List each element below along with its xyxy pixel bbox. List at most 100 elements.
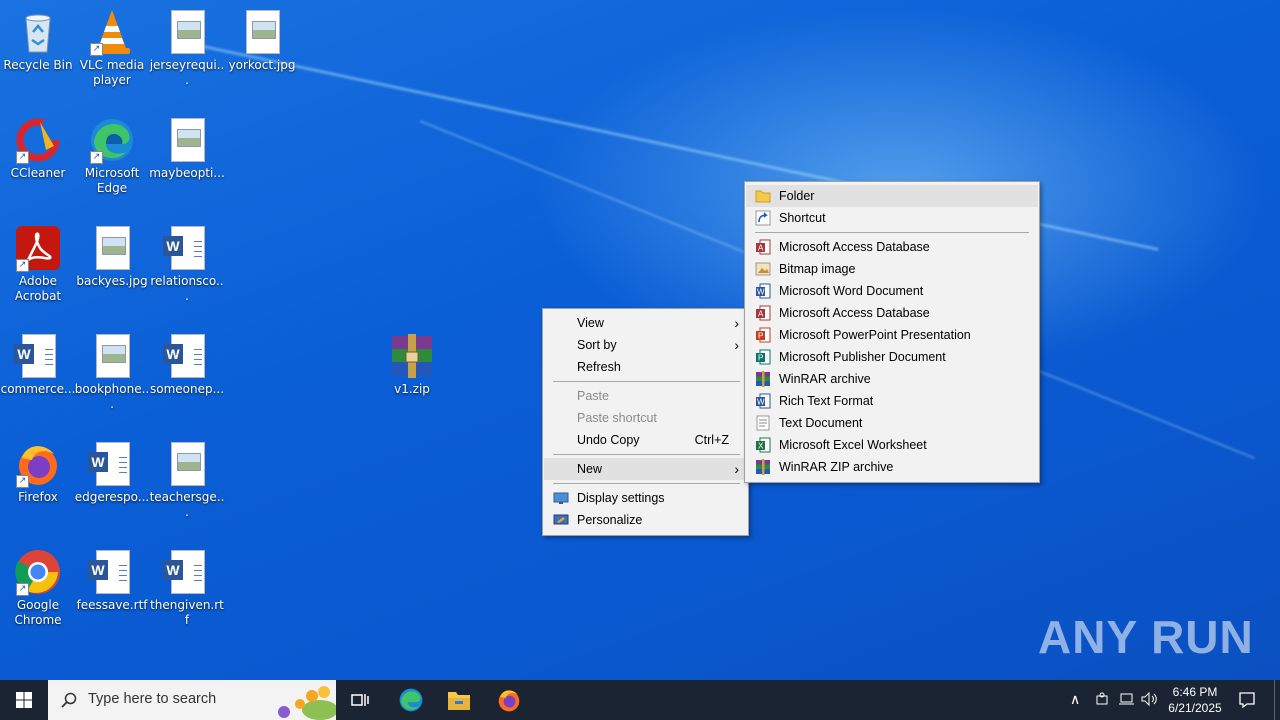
desktop-icon-label: VLC media player: [79, 58, 145, 87]
new-item-access-database-2[interactable]: A Microsoft Access Database: [746, 302, 1038, 324]
menu-item-label: Display settings: [577, 491, 665, 505]
taskbar-file-explorer-button[interactable]: [438, 680, 480, 720]
desktop-icon-label: Microsoft Edge: [84, 166, 140, 195]
menu-item-label: Microsoft Publisher Document: [779, 350, 946, 364]
desktop-icon-firefox[interactable]: ↗ Firefox: [0, 440, 76, 505]
desktop-icon-google-chrome[interactable]: ↗ Google Chrome: [0, 548, 76, 628]
start-button[interactable]: [0, 680, 48, 720]
powerpoint-icon: P: [755, 327, 771, 343]
taskbar-search-box[interactable]: Type here to search: [48, 680, 336, 720]
desktop-icon-label: bookphone...: [74, 382, 150, 411]
desktop-icon-label: yorkoct.jpg: [228, 58, 296, 72]
new-item-powerpoint[interactable]: P Microsoft PowerPoint Presentation: [746, 324, 1038, 346]
new-item-winrar-zip[interactable]: WinRAR ZIP archive: [746, 456, 1038, 478]
menu-item-shortcut: Ctrl+Z: [694, 433, 729, 447]
image-file-icon: [163, 440, 211, 488]
desktop-icon-label: Recycle Bin: [3, 58, 73, 72]
menu-item-view[interactable]: View ›: [544, 312, 747, 334]
new-item-access-database[interactable]: A Microsoft Access Database: [746, 236, 1038, 258]
desktop-icon-feessave-rtf[interactable]: W feessave.rtf: [74, 548, 150, 613]
word-document-icon: W: [88, 440, 136, 488]
new-item-publisher[interactable]: P Microsoft Publisher Document: [746, 346, 1038, 368]
menu-item-undo-copy[interactable]: Undo Copy Ctrl+Z: [544, 429, 747, 451]
desktop-icon-commerce-rtf[interactable]: W commerce...: [0, 332, 76, 397]
menu-item-label: Folder: [779, 189, 815, 203]
clock-time: 6:46 PM: [1172, 685, 1218, 699]
new-item-shortcut[interactable]: Shortcut: [746, 207, 1038, 229]
desktop-context-menu: View › Sort by › Refresh Paste Paste short…: [542, 308, 749, 536]
google-chrome-icon: ↗: [14, 548, 62, 596]
word-document-icon: W: [163, 224, 211, 272]
clock-date: 6/21/2025: [1168, 701, 1222, 715]
svg-text:W: W: [757, 398, 765, 407]
shortcut-icon: [755, 210, 771, 226]
desktop-icon-label: maybeopti...: [149, 166, 225, 180]
desktop-icon-label: feessave.rtf: [76, 598, 148, 612]
microsoft-edge-icon: ↗: [88, 116, 136, 164]
desktop-icon-recycle-bin[interactable]: Recycle Bin: [0, 8, 76, 73]
desktop-icon-maybeopti[interactable]: maybeopti...: [149, 116, 225, 181]
new-item-rich-text[interactable]: W Rich Text Format: [746, 390, 1038, 412]
show-desktop-button[interactable]: [1274, 680, 1275, 720]
word-document-icon: W: [88, 548, 136, 596]
desktop-icon-microsoft-edge[interactable]: ↗ Microsoft Edge: [74, 116, 150, 196]
taskbar-clock[interactable]: 6:46 PM 6/21/2025: [1166, 684, 1224, 716]
desktop-icon-someonep[interactable]: W someonep...: [149, 332, 225, 397]
notification-center-icon[interactable]: [1238, 691, 1256, 712]
new-item-winrar-archive[interactable]: WinRAR archive: [746, 368, 1038, 390]
ccleaner-icon: ↗: [14, 116, 62, 164]
image-file-icon: [88, 332, 136, 380]
new-item-word-document[interactable]: W Microsoft Word Document: [746, 280, 1038, 302]
desktop-icon-label: Adobe Acrobat: [14, 274, 62, 303]
desktop-icon-yorkoct-jpg[interactable]: yorkoct.jpg: [224, 8, 300, 73]
new-item-folder[interactable]: Folder: [746, 185, 1038, 207]
new-item-bitmap-image[interactable]: Bitmap image: [746, 258, 1038, 280]
taskbar-firefox-button[interactable]: [486, 680, 530, 720]
menu-item-new[interactable]: New ›: [544, 458, 747, 480]
task-view-button[interactable]: [340, 680, 380, 720]
desktop-icon-thengiven-rtf[interactable]: W thengiven.rtf: [149, 548, 225, 628]
desktop-icon-edgerespo[interactable]: W edgerespo...: [74, 440, 150, 505]
menu-item-label: View: [577, 316, 604, 330]
menu-item-paste-shortcut[interactable]: Paste shortcut: [544, 407, 747, 429]
windows-logo-icon: [16, 692, 32, 708]
desktop-icon-adobe-acrobat[interactable]: ↗ Adobe Acrobat: [0, 224, 76, 304]
desktop-icon-ccleaner[interactable]: ↗ CCleaner: [0, 116, 76, 181]
network-icon[interactable]: [1118, 691, 1134, 710]
menu-item-label: Rich Text Format: [779, 394, 874, 408]
new-item-text-document[interactable]: Text Document: [746, 412, 1038, 434]
desktop-icon-label: edgerespo...: [74, 490, 150, 504]
desktop-icon-backyes-jpg[interactable]: backyes.jpg: [74, 224, 150, 289]
taskbar: Type here to search ∧ 6:46 PM 6/21/2025: [0, 680, 1280, 720]
new-item-excel-worksheet[interactable]: X Microsoft Excel Worksheet: [746, 434, 1038, 456]
desktop-icon-label: thengiven.rtf: [150, 598, 224, 627]
shortcut-arrow-icon: ↗: [16, 259, 29, 272]
shortcut-arrow-icon: ↗: [90, 151, 103, 164]
chevron-up-icon[interactable]: ∧: [1070, 691, 1080, 708]
taskbar-edge-button[interactable]: [390, 680, 432, 720]
desktop-icon-bookphone[interactable]: bookphone...: [74, 332, 150, 412]
desktop-icon-v1-zip[interactable]: v1.zip: [374, 332, 450, 397]
desktop-icon-teachersge[interactable]: teachersge...: [149, 440, 225, 520]
personalize-icon: [553, 512, 569, 528]
menu-item-label: WinRAR archive: [779, 372, 871, 386]
display-settings-icon: [553, 490, 569, 506]
menu-item-label: Microsoft PowerPoint Presentation: [779, 328, 971, 342]
volume-icon[interactable]: [1141, 691, 1159, 710]
menu-item-refresh[interactable]: Refresh: [544, 356, 747, 378]
menu-separator: [755, 232, 1029, 233]
word-document-icon: W: [163, 548, 211, 596]
desktop-icon-label: Firefox: [18, 490, 58, 504]
menu-item-sort-by[interactable]: Sort by ›: [544, 334, 747, 356]
desktop-icon-vlc[interactable]: ↗ VLC media player: [74, 8, 150, 88]
desktop-icon-jerseyrequi[interactable]: jerseyrequi...: [149, 8, 225, 88]
menu-item-paste[interactable]: Paste: [544, 385, 747, 407]
svg-text:A: A: [758, 310, 764, 319]
menu-item-label: Paste shortcut: [577, 411, 657, 425]
access-icon: A: [755, 239, 771, 255]
menu-item-personalize[interactable]: Personalize: [544, 509, 747, 531]
menu-item-display-settings[interactable]: Display settings: [544, 487, 747, 509]
menu-item-label: Microsoft Access Database: [779, 306, 930, 320]
meet-now-icon[interactable]: [1096, 691, 1110, 710]
desktop-icon-relationsco[interactable]: W relationsco...: [149, 224, 225, 304]
